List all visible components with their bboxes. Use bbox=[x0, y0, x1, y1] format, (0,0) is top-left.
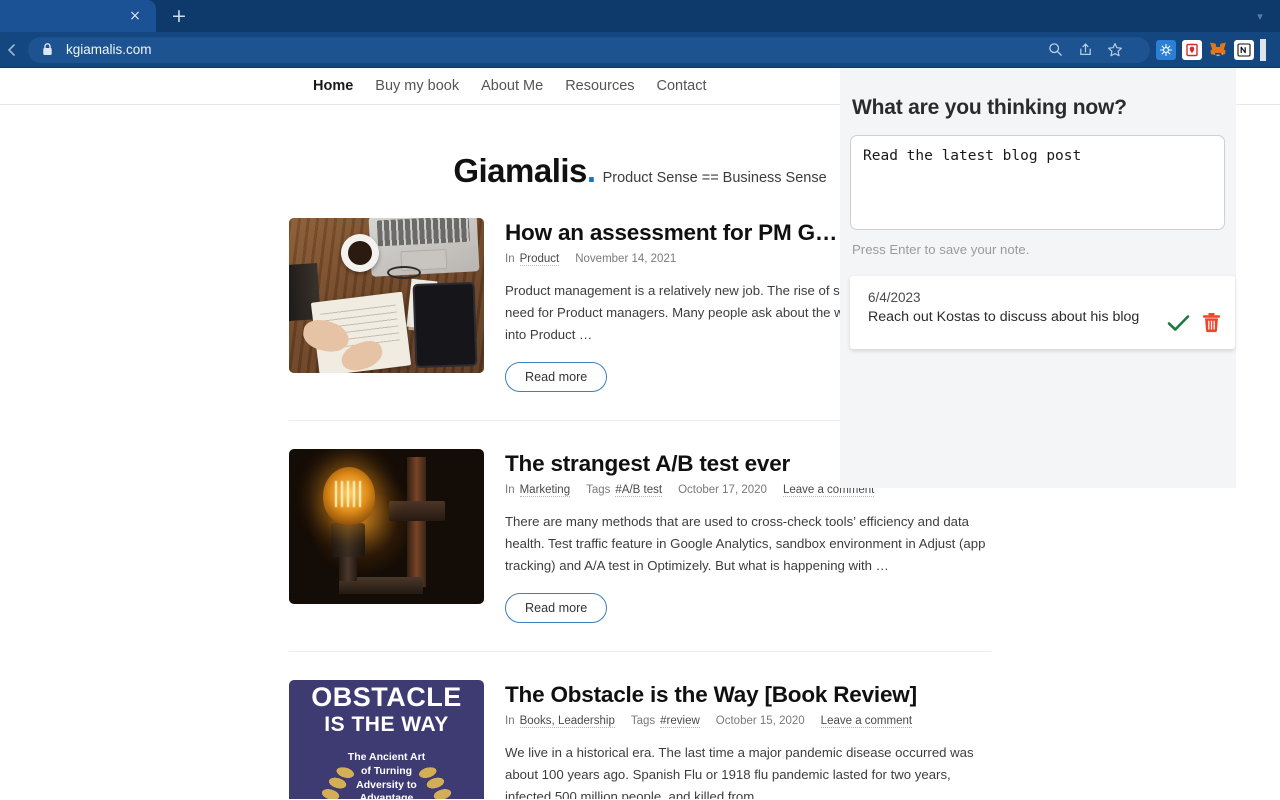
address-bar-text[interactable]: kgiamalis.com bbox=[66, 42, 1042, 57]
metamask-fox-icon[interactable] bbox=[1208, 40, 1228, 60]
page-content: Home Buy my book About Me Resources Cont… bbox=[0, 68, 1280, 799]
site-brand-dot: . bbox=[586, 152, 596, 189]
lock-icon bbox=[40, 43, 54, 57]
post-meta-in-label: In bbox=[505, 714, 515, 727]
share-icon[interactable] bbox=[1072, 37, 1098, 63]
site-brand-text: Giamalis bbox=[453, 152, 587, 189]
grammarly-icon[interactable] bbox=[1156, 39, 1176, 60]
post-body: The Obstacle is the Way [Book Review] In… bbox=[505, 680, 991, 799]
nav-item-contact[interactable]: Contact bbox=[657, 78, 707, 94]
bulb-socket bbox=[331, 522, 365, 557]
post-meta-comment-link[interactable]: Leave a comment bbox=[820, 715, 913, 728]
read-more-button[interactable]: Read more bbox=[505, 592, 608, 623]
back-arrow-icon[interactable] bbox=[6, 40, 18, 60]
saved-note-content: 6/4/2023 Reach out Kostas to discuss abo… bbox=[868, 290, 1167, 326]
nav-item-buy-my-book[interactable]: Buy my book bbox=[375, 78, 459, 94]
post-meta-tag[interactable]: #A/B test bbox=[615, 484, 663, 498]
glasses bbox=[387, 266, 421, 279]
post-thumbnail-obstacle-book-cover[interactable]: OBSTACLE IS THE WAY The Ancient Art of T… bbox=[289, 679, 484, 799]
browser-toolbar: kgiamalis.com bbox=[0, 32, 1280, 68]
browser-chrome: × + ▾ kgiamalis.com bbox=[0, 0, 1280, 68]
book-cover-line1: OBSTACLE bbox=[311, 681, 462, 712]
post-excerpt: We live in a historical era. The last ti… bbox=[505, 744, 974, 799]
post-meta-date: November 14, 2021 bbox=[575, 253, 677, 266]
tab-list-chevron-down-icon[interactable]: ▾ bbox=[1240, 0, 1280, 32]
read-more-button[interactable]: Read more bbox=[505, 361, 608, 392]
address-bar-actions bbox=[1042, 37, 1128, 63]
bulb-filament bbox=[335, 480, 361, 507]
pipe-bracket bbox=[389, 500, 445, 521]
new-tab-button[interactable]: + bbox=[156, 0, 202, 32]
browser-tab-active[interactable]: × bbox=[0, 0, 156, 32]
browser-menu-edge[interactable] bbox=[1260, 38, 1266, 61]
post-thumbnail-edison-bulb-photo[interactable] bbox=[289, 448, 484, 604]
tablet bbox=[412, 281, 478, 369]
check-icon[interactable] bbox=[1167, 313, 1190, 333]
nav-item-home[interactable]: Home bbox=[313, 78, 353, 94]
post-meta: In Books, Leadership Tags #review Octobe… bbox=[505, 715, 991, 728]
note-panel-heading: What are you thinking now? bbox=[852, 96, 1127, 119]
saved-note-actions bbox=[1167, 290, 1221, 333]
laptop bbox=[368, 218, 480, 277]
bookmark-star-icon[interactable] bbox=[1102, 37, 1128, 63]
tab-close-icon[interactable]: × bbox=[126, 7, 144, 25]
site-brand[interactable]: Giamalis. bbox=[453, 152, 596, 190]
post-item: OBSTACLE IS THE WAY The Ancient Art of T… bbox=[289, 679, 991, 799]
post-thumbnail-desk-workspace-photo[interactable] bbox=[289, 218, 484, 373]
post-meta-tag[interactable]: #review bbox=[660, 715, 700, 728]
site-tagline: Product Sense == Business Sense bbox=[602, 170, 827, 186]
pipe-vertical-left bbox=[339, 554, 357, 581]
extension-icons bbox=[1156, 38, 1274, 61]
post-excerpt: There are many methods that are used to … bbox=[505, 514, 986, 573]
post-meta-tags-label: Tags bbox=[630, 714, 656, 727]
nav-item-about-me[interactable]: About Me bbox=[481, 78, 543, 94]
post-meta-category[interactable]: Product bbox=[519, 253, 560, 267]
post-meta-date: October 17, 2020 bbox=[678, 484, 767, 497]
pipe-vertical-right bbox=[407, 456, 426, 587]
note-panel: What are you thinking now? Press Enter t… bbox=[840, 68, 1236, 488]
post-meta-category[interactable]: Books, Leadership bbox=[519, 715, 615, 728]
saved-note-date: 6/4/2023 bbox=[868, 290, 921, 305]
saved-note-text: Reach out Kostas to discuss about his bl… bbox=[868, 309, 1140, 325]
saved-note-card: 6/4/2023 Reach out Kostas to discuss abo… bbox=[850, 276, 1235, 349]
trash-icon[interactable] bbox=[1202, 312, 1221, 333]
address-bar[interactable]: kgiamalis.com bbox=[28, 36, 1150, 63]
lastpass-icon[interactable] bbox=[1182, 39, 1202, 60]
post-meta-in-label: In bbox=[505, 484, 515, 497]
post-title[interactable]: The Obstacle is the Way [Book Review] bbox=[505, 682, 991, 707]
post-meta-tags-label: Tags bbox=[586, 484, 611, 497]
post-meta-in-label: In bbox=[505, 253, 515, 266]
book-cover-subtitle: The Ancient Art of Turning Adversity to … bbox=[347, 750, 426, 799]
post-meta-category[interactable]: Marketing bbox=[519, 484, 571, 498]
tab-strip-spacer bbox=[202, 0, 1240, 32]
coffee-cup bbox=[341, 234, 379, 272]
note-hint-text: Press Enter to save your note. bbox=[852, 242, 1030, 257]
post-meta-date: October 15, 2020 bbox=[715, 714, 805, 727]
tab-strip: × + ▾ bbox=[0, 0, 1280, 32]
search-icon[interactable] bbox=[1042, 37, 1068, 63]
note-input[interactable] bbox=[850, 135, 1225, 230]
nav-item-resources[interactable]: Resources bbox=[565, 78, 634, 94]
notion-icon[interactable] bbox=[1234, 39, 1254, 60]
book-cover-line2: IS THE WAY bbox=[324, 712, 449, 736]
